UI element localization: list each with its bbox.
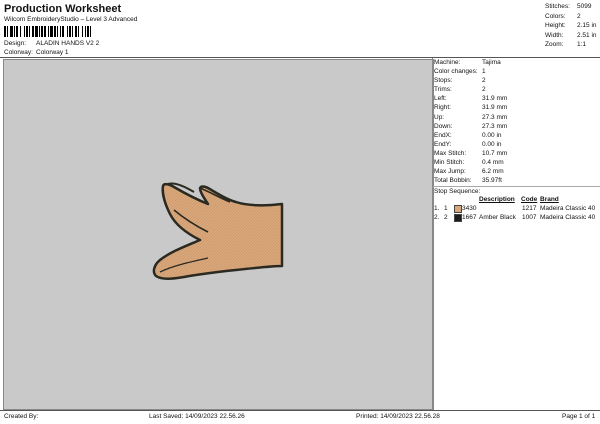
design-canvas	[3, 59, 434, 410]
info-divider	[433, 186, 600, 187]
info-min-stitch: Min Stitch: 0.4 mm	[434, 159, 504, 167]
info-left: Left: 31.9 mm	[434, 95, 508, 103]
colorway-row: Colorway: Colorway 1	[4, 49, 69, 56]
info-machine: Machine: Tajima	[434, 59, 501, 66]
stats-colors: Colors: 2	[545, 12, 581, 20]
design-row: Design: ALADIN HANDS V2 2	[4, 40, 99, 47]
info-trims: Trims: 2	[434, 86, 486, 94]
stats-stitches: Stitches: 5099	[545, 3, 592, 10]
info-right: Right: 31.9 mm	[434, 104, 508, 112]
footer-created-by: Created By:	[4, 413, 39, 420]
info-total-bobbin: Total Bobbin: 35.97ft	[434, 177, 502, 185]
header-description: Description	[479, 196, 515, 203]
color-swatch	[454, 214, 462, 222]
footer-last-saved: Last Saved: 14/09/2023 22.56.26	[149, 413, 245, 420]
barcode-image	[4, 26, 91, 37]
info-down: Down: 27.3 mm	[434, 122, 508, 130]
info-max-jump: Max Jump: 6.2 mm	[434, 168, 504, 176]
info-max-stitch: Max Stitch: 10.7 mm	[434, 149, 508, 157]
stop-sequence-header: Description Code Brand	[434, 196, 599, 205]
machine-info-panel: Machine: Tajima Color changes: 1 Stops: 2 T…	[434, 58, 598, 185]
stats-height: Height: 2.15 in	[545, 22, 597, 30]
design-label: Design:	[4, 40, 27, 47]
table-row: 2. 2 1667 Amber Black 1007 Madeira Class…	[434, 214, 596, 222]
stop-sequence-title: Stop Sequence:	[434, 188, 481, 195]
hand-shape	[152, 182, 284, 280]
info-up: Up: 27.3 mm	[434, 113, 508, 121]
footer-page: Page 1 of 1	[562, 413, 596, 420]
stats-panel: Stitches: 5099 Colors: 2 Height: 2.15 in Wi…	[545, 2, 597, 50]
stats-width: Width: 2.51 in	[545, 31, 597, 39]
color-swatch	[454, 205, 462, 213]
colorway-value: Colorway 1	[36, 49, 69, 56]
footer-divider	[0, 410, 600, 411]
info-endy: EndY: 0.00 in	[434, 140, 502, 148]
info-color-changes: Color changes: 1	[434, 68, 486, 76]
design-value: ALADIN HANDS V2 2	[36, 40, 100, 47]
info-endx: EndX: 0.00 in	[434, 131, 502, 139]
panel-divider	[432, 58, 433, 409]
table-row: 1. 1 3430 1217 Madeira Classic 40	[434, 205, 596, 213]
colorway-label: Colorway:	[4, 49, 33, 56]
footer-printed: Printed: 14/09/2023 22.56.28	[356, 413, 440, 420]
info-stops: Stops: 2	[434, 77, 486, 85]
header-brand: Brand	[540, 196, 559, 203]
stats-zoom: Zoom: 1:1	[545, 41, 587, 49]
header-code: Code	[521, 196, 538, 203]
embroidery-hand-design	[152, 182, 284, 280]
page-title: Production Worksheet	[4, 3, 122, 15]
software-subtitle: Wilcom EmbroideryStudio – Level 3 Advanc…	[4, 16, 138, 23]
